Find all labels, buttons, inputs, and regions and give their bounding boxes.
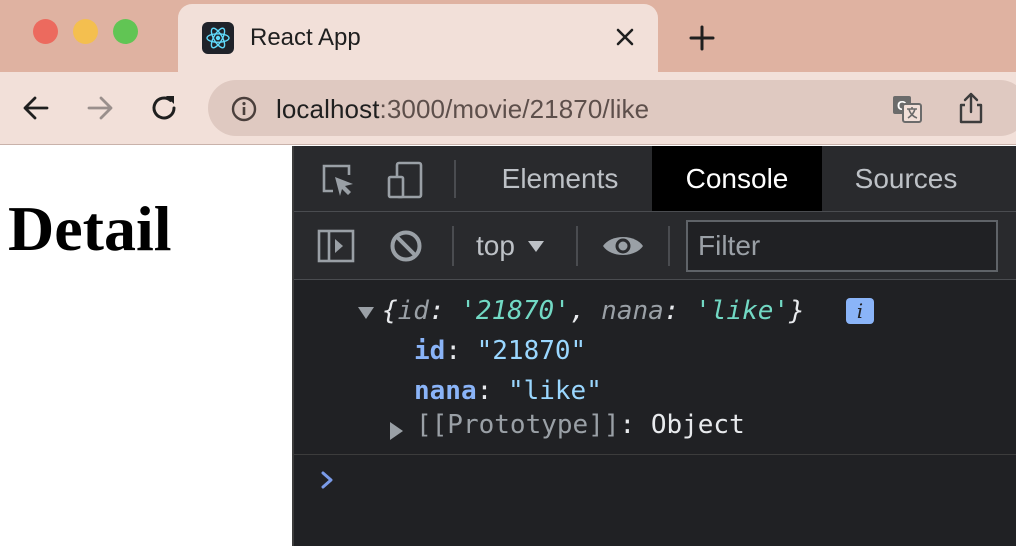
close-tab-icon[interactable] (608, 20, 642, 54)
summary-key-nana: nana (601, 296, 664, 326)
back-button[interactable] (18, 90, 54, 126)
devtools-tab-bar: Elements Console Sources (294, 146, 1016, 212)
object-property: id: "21870" (414, 336, 587, 366)
page-viewport: Detail (0, 146, 292, 546)
summary-value-nana: 'like' (695, 296, 790, 326)
inspect-cursor-icon (322, 164, 353, 196)
summary-colon: : (428, 296, 461, 326)
prototype-property[interactable]: [[Prototype]]: Object (416, 410, 745, 440)
tab-strip: React App (0, 0, 1016, 72)
zoom-window-button[interactable] (113, 19, 138, 44)
site-info-icon[interactable] (230, 95, 258, 123)
expand-prototype-toggle[interactable] (390, 422, 403, 440)
back-arrow-icon (23, 96, 49, 120)
summary-brace-close: } (789, 296, 805, 326)
console-toolbar: top (294, 212, 1016, 280)
chevron-down-icon (527, 241, 544, 252)
device-toolbar-button[interactable] (384, 158, 428, 202)
devtools-panel: Elements Console Sources top Filter {id:… (292, 146, 1016, 546)
summary-value-id: '21870' (460, 296, 570, 326)
react-logo-icon (202, 22, 234, 54)
expand-object-toggle[interactable] (358, 307, 374, 319)
toolbar-divider (576, 226, 578, 266)
context-selector[interactable]: top (476, 226, 545, 266)
share-icon[interactable] (954, 90, 988, 126)
inspect-element-button[interactable] (318, 160, 358, 200)
forward-button[interactable] (82, 90, 118, 126)
device-toggle-icon (387, 161, 423, 199)
clear-console-icon (390, 230, 422, 262)
toolbar-divider (668, 226, 670, 266)
summary-brace-open: { (382, 296, 398, 326)
browser-toolbar: localhost:3000/movie/21870/like G (0, 72, 1016, 145)
property-key: id (414, 336, 446, 366)
prototype-separator: : (619, 410, 651, 440)
console-prompt-icon[interactable] (318, 468, 338, 492)
tab-sources[interactable]: Sources (834, 146, 978, 211)
context-label: top (476, 230, 515, 261)
new-tab-button[interactable] (685, 21, 719, 55)
reload-icon (152, 96, 176, 120)
summary-comma: , (569, 296, 602, 326)
translate-icon[interactable]: G (890, 92, 924, 126)
console-output: {id: '21870', nana: 'like'} i id: "21870… (294, 280, 1016, 546)
object-summary[interactable]: {id: '21870', nana: 'like'} (382, 296, 805, 326)
sidebar-toggle-icon (317, 229, 355, 263)
toolbar-divider (452, 226, 454, 266)
page-title: Detail (8, 193, 172, 264)
toolbar-divider (454, 160, 456, 198)
url-host: localhost (276, 94, 380, 124)
address-bar[interactable]: localhost:3000/movie/21870/like G (208, 80, 1016, 136)
property-value: "21870" (476, 336, 587, 366)
filter-input[interactable] (686, 220, 998, 272)
summary-colon: : (663, 296, 696, 326)
tab-title: React App (250, 24, 361, 51)
minimize-window-button[interactable] (73, 19, 98, 44)
clear-console-button[interactable] (388, 228, 424, 264)
tab-console[interactable]: Console (652, 146, 822, 211)
console-divider (294, 454, 1016, 455)
show-sidebar-button[interactable] (316, 228, 356, 264)
info-icon[interactable]: i (846, 298, 874, 324)
url-text[interactable]: localhost:3000/movie/21870/like (276, 94, 649, 125)
forward-arrow-icon (87, 96, 113, 120)
plus-icon (689, 25, 715, 51)
tab-elements[interactable]: Elements (484, 146, 636, 211)
reload-button[interactable] (146, 90, 182, 126)
property-key: nana (414, 376, 477, 406)
close-window-button[interactable] (33, 19, 58, 44)
property-value: "like" (507, 376, 602, 406)
object-property: nana: "like" (414, 376, 602, 406)
eye-icon (603, 237, 643, 255)
summary-key-id: id (397, 296, 429, 326)
url-path: :3000/movie/21870/like (379, 94, 650, 124)
browser-tab-active[interactable]: React App (178, 4, 658, 72)
prototype-key: [[Prototype]] (416, 410, 620, 440)
prototype-value: Object (650, 410, 745, 440)
live-expression-button[interactable] (600, 228, 646, 264)
